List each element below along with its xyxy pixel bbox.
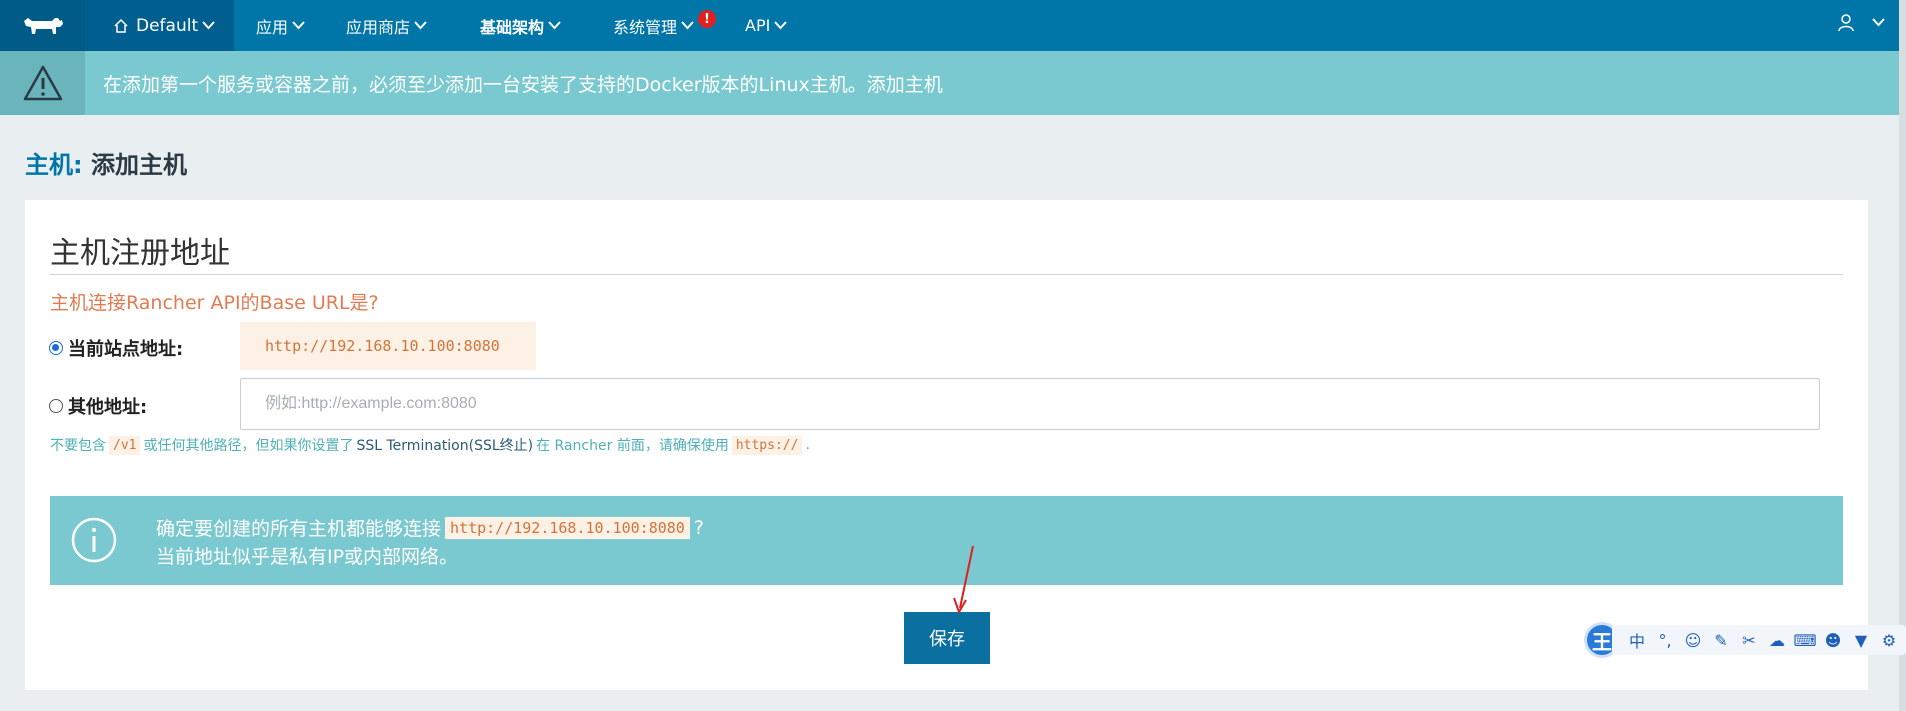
other-address-input[interactable]: [240, 378, 1820, 430]
warning-icon-box: [0, 51, 85, 115]
nav-apps[interactable]: 应用: [256, 0, 305, 51]
help-code: /v1: [109, 435, 141, 455]
punctuation-icon[interactable]: °,: [1656, 631, 1674, 650]
help-text-part: 在 Rancher 前面，请确保使用: [536, 438, 729, 454]
settings-icon[interactable]: ⚙: [1880, 631, 1898, 650]
docker-versions-link[interactable]: 支持的Docker版本: [578, 70, 740, 97]
chevron-down-icon: [681, 21, 694, 30]
home-icon: [114, 18, 128, 33]
current-site-url: http://192.168.10.100:8080: [240, 322, 536, 370]
chevron-down-icon: [202, 21, 215, 30]
notice-text-part: ?: [693, 516, 704, 539]
help-text-part: 不要包含: [50, 438, 106, 454]
warning-text-part: 的Linux主机。: [739, 73, 867, 96]
nav-admin[interactable]: 系统管理: [613, 0, 694, 51]
warning-banner: 在添加第一个服务或容器之前，必须至少添加一台安装了 支持的Docker版本 的L…: [0, 51, 1899, 115]
chevron-down-icon: [414, 21, 427, 30]
cow-logo-icon: [23, 17, 63, 34]
environment-name: Default: [136, 15, 199, 36]
base-url-question: 主机连接Rancher API的Base URL是?: [50, 292, 379, 314]
notice-line-1: 确定要创建的所有主机都能够连接 http://192.168.10.100:80…: [156, 514, 704, 541]
warning-text-part: 在添加第一个服务或容器之前，必须至少添加一台安装了: [103, 73, 579, 96]
page-title-prefix[interactable]: 主机:: [25, 151, 83, 179]
nav-apps-label: 应用: [256, 17, 289, 37]
user-menu-chevron-icon[interactable]: [1872, 18, 1885, 27]
ime-language-toggle[interactable]: 中: [1628, 628, 1646, 652]
nav-infrastructure[interactable]: 基础架构: [480, 0, 561, 51]
section-title: 主机注册地址: [50, 236, 230, 271]
notice-url-code: http://192.168.10.100:8080: [445, 516, 690, 539]
info-icon: [71, 517, 117, 563]
nav-catalog[interactable]: 应用商店: [346, 0, 427, 51]
pen-icon[interactable]: ✎: [1712, 631, 1730, 650]
environment-selector[interactable]: Default: [85, 0, 234, 51]
user-icon[interactable]: ☻: [1824, 631, 1842, 650]
option-current-label: 当前站点地址:: [68, 339, 184, 360]
warning-triangle-icon: [23, 65, 62, 101]
keyboard-icon[interactable]: ⌨: [1793, 631, 1816, 650]
nav-infrastructure-label: 基础架构: [480, 17, 545, 37]
notice-line-2: 当前地址似乎是私有IP或内部网络。: [156, 546, 459, 568]
chevron-down-icon: [774, 21, 788, 30]
help-text: 不要包含 /v1 或任何其他路径，但如果你设置了 SSL Termination…: [50, 435, 810, 455]
nav-api-label: API: [745, 16, 771, 35]
help-code: https://: [731, 435, 803, 455]
chevron-down-icon: [292, 21, 305, 30]
chevron-down-icon: [548, 21, 561, 30]
ime-toolbar[interactable]: 王 中 °, ☺ ✎ ✂ ☁ ⌨ ☻ ▼ ⚙: [1584, 621, 1906, 659]
nav-admin-label: 系统管理: [613, 17, 678, 37]
ime-bar: 中 °, ☺ ✎ ✂ ☁ ⌨ ☻ ▼ ⚙: [1612, 625, 1906, 655]
ssl-termination-text: SSL Termination(SSL终止): [356, 438, 534, 454]
notice-text-part: 确定要创建的所有主机都能够连接: [156, 518, 442, 540]
help-text-part: 或任何其他路径，但如果你设置了: [143, 438, 354, 454]
shirt-icon[interactable]: ▼: [1852, 631, 1870, 650]
radio-other-address[interactable]: [49, 399, 63, 413]
divider: [50, 274, 1843, 275]
nav-api[interactable]: API: [745, 0, 788, 51]
emoji-icon[interactable]: ☺: [1684, 631, 1702, 650]
warning-text: 在添加第一个服务或容器之前，必须至少添加一台安装了 支持的Docker版本 的L…: [103, 51, 943, 115]
nav-catalog-label: 应用商店: [346, 17, 411, 37]
scissors-icon[interactable]: ✂: [1740, 631, 1758, 650]
user-icon[interactable]: [1838, 14, 1854, 32]
help-text-part: .: [805, 437, 810, 453]
radio-current-site[interactable]: [49, 341, 63, 355]
option-other-address[interactable]: 其他地址:: [49, 393, 147, 419]
top-nav: Default 应用 应用商店 基础架构 系统管理 ! API: [0, 0, 1906, 51]
admin-alert-badge[interactable]: !: [698, 10, 716, 28]
page-title-main: 添加主机: [82, 151, 187, 179]
option-other-label: 其他地址:: [68, 397, 148, 418]
page-title: 主机: 添加主机: [25, 145, 187, 180]
add-host-link[interactable]: 添加主机: [867, 70, 943, 97]
cloud-icon[interactable]: ☁: [1768, 631, 1786, 650]
annotation-arrow-icon: [953, 545, 974, 615]
scrollbar[interactable]: [1899, 0, 1906, 711]
rancher-logo[interactable]: [0, 0, 85, 51]
option-current-site[interactable]: 当前站点地址:: [49, 335, 183, 361]
